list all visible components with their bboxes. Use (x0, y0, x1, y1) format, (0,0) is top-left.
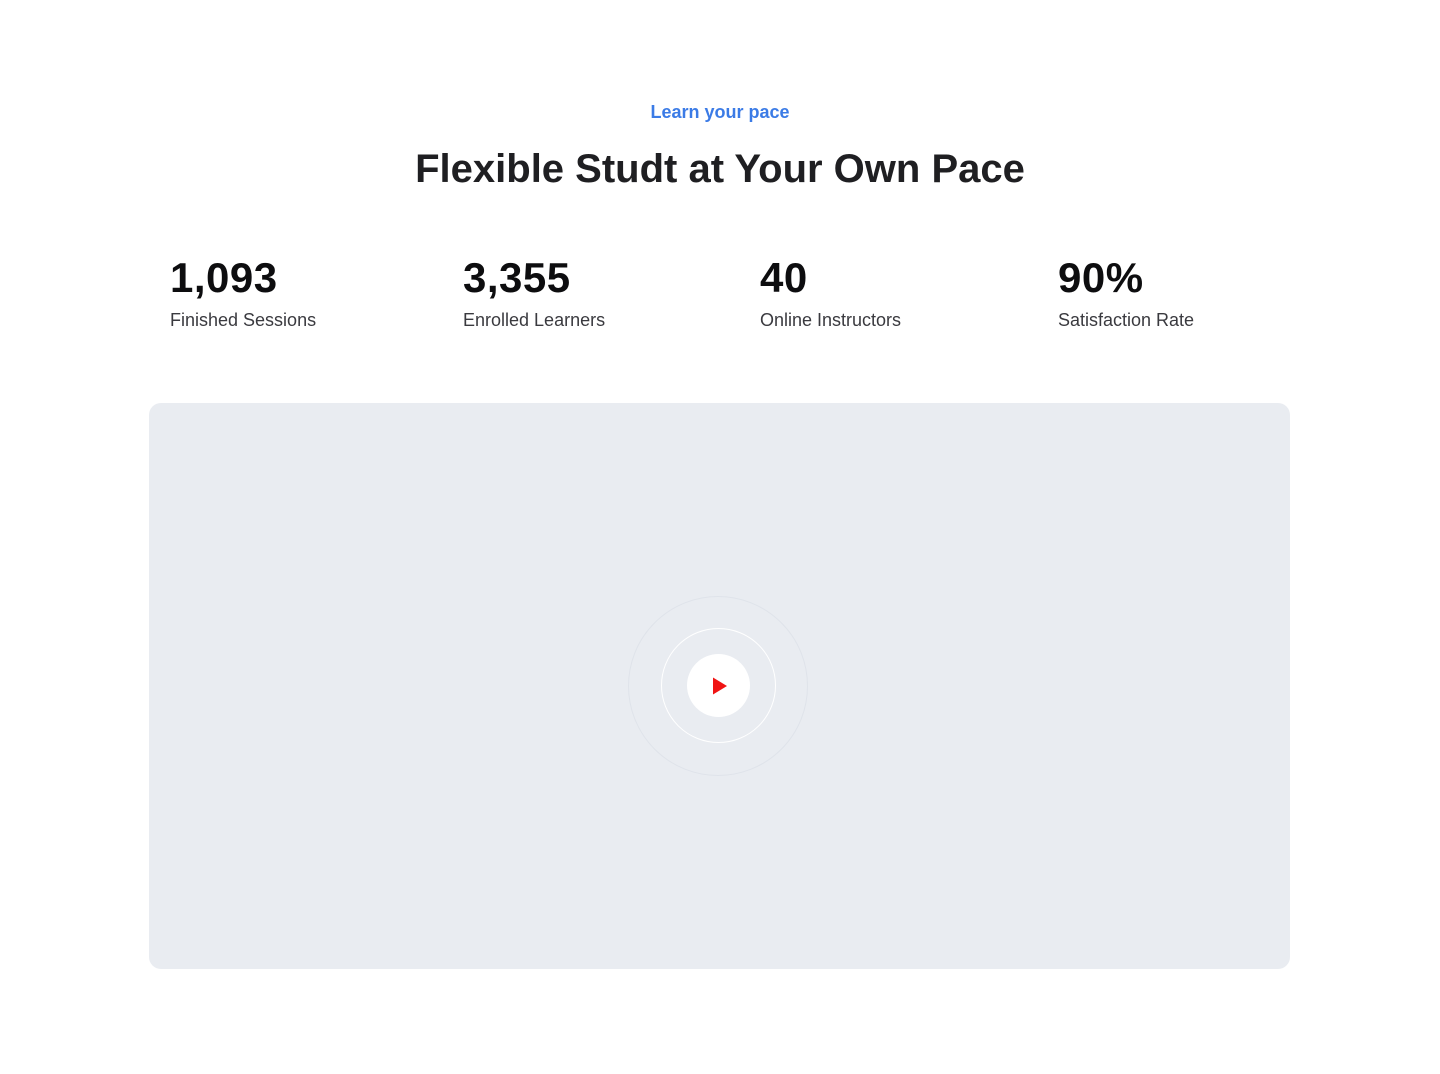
stat-enrolled-learners: 3,355 Enrolled Learners (463, 252, 605, 332)
stat-label: Finished Sessions (170, 310, 317, 330)
stat-value: 1,093 (170, 254, 278, 301)
play-icon (712, 677, 727, 694)
section-title: Flexible Studt at Your Own Pace (415, 147, 1025, 191)
stat-label: Satisfaction Rate (1058, 310, 1195, 330)
stat-value: 3,355 (463, 254, 571, 301)
section-eyebrow: Learn your pace (650, 102, 790, 122)
stat-value: 40 (760, 254, 808, 301)
stat-label: Enrolled Learners (463, 310, 606, 330)
stat-satisfaction-rate: 90% Satisfaction Rate (1058, 252, 1194, 332)
stat-value: 90% (1058, 254, 1144, 301)
video-player[interactable] (149, 403, 1290, 969)
stat-online-instructors: 40 Online Instructors (760, 252, 901, 332)
stats-row: 1,093 Finished Sessions 3,355 Enrolled L… (0, 252, 1440, 342)
stat-finished-sessions: 1,093 Finished Sessions (170, 252, 316, 332)
stat-label: Online Instructors (760, 310, 902, 330)
play-button[interactable] (687, 654, 750, 717)
